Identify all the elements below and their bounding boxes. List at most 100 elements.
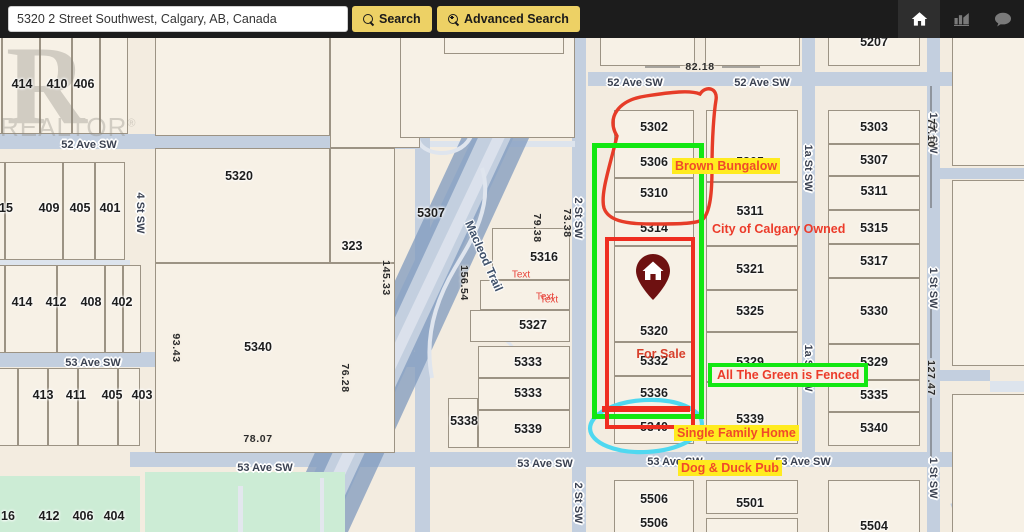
lot-number: 5302 [640, 120, 668, 134]
dimension-label: 79.38 [531, 213, 543, 243]
dimension-label: 77.10 [925, 118, 937, 148]
lot-number: 5321 [736, 262, 764, 276]
dimension-label: 73.38 [561, 208, 573, 238]
lot-number: 5327 [519, 318, 547, 332]
lot-number: 5325 [736, 304, 764, 318]
lot-number: 5316 [530, 250, 558, 264]
lot-number: 414 [11, 77, 33, 91]
top-icon-group [898, 0, 1024, 38]
lot [952, 38, 1024, 166]
lot-number: 5315 [860, 221, 888, 235]
street-name-label: 52 Ave SW [61, 139, 117, 151]
lot-number: 5339 [514, 422, 542, 436]
lot-number: 5338 [450, 414, 478, 428]
lot-number: 413 [32, 388, 54, 402]
lot-number: 5307 [860, 153, 888, 167]
lot-number: 405 [69, 201, 91, 215]
dimension-label: 76.28 [339, 363, 351, 393]
lot [155, 148, 330, 263]
lot-number: 402 [111, 295, 133, 309]
dimension-label: 127.47 [925, 360, 937, 396]
realtor-watermark: R REALTOR® [0, 38, 170, 148]
home-icon[interactable] [898, 0, 940, 38]
lot-number: 5317 [860, 254, 888, 268]
annotation-all-the-green-is-fenced: All The Green is Fenced [708, 363, 869, 387]
street-name-label: 52 Ave SW [734, 77, 790, 89]
lot [48, 368, 78, 446]
lot-number: 5339 [736, 412, 764, 426]
lot [105, 265, 123, 353]
lot-number: 406 [73, 77, 95, 91]
lot-number: 5333 [514, 386, 542, 400]
lot-number: 5311 [736, 204, 764, 218]
dimension-label: 78.07 [243, 433, 273, 445]
lot [18, 368, 48, 446]
street-name-label: 52 Ave SW [607, 77, 663, 89]
lot-number: 5307 [417, 206, 445, 220]
lot [600, 38, 695, 66]
lot-number: 411 [65, 388, 87, 402]
search-icon [363, 13, 374, 25]
lot-number: 5506 [640, 492, 668, 506]
lot-number: 414 [11, 295, 33, 309]
street-name-label: 2 St SW [572, 197, 584, 239]
lot-number: 403 [131, 388, 153, 402]
annotation-dog-and-duck-pub: Dog & Duck Pub [678, 460, 782, 476]
lot-number: 5506 [640, 516, 668, 530]
lot-number: 5340 [244, 340, 272, 354]
lot-number: 412 [45, 295, 67, 309]
lot [155, 263, 395, 453]
dimension-label: 156.54 [458, 265, 470, 301]
lot-number: 323 [341, 239, 363, 253]
top-bar: Search Advanced Search [0, 0, 1024, 38]
dimension-label: 93.43 [170, 333, 182, 363]
chart-icon[interactable] [940, 0, 982, 38]
street-name-label: 53 Ave SW [237, 462, 293, 474]
street-name-label: 53 Ave SW [775, 456, 831, 468]
advanced-search-button-label: Advanced Search [464, 12, 569, 26]
street-name-label: 4 St SW [134, 192, 146, 234]
lot [0, 368, 18, 446]
street-name-label: 1a St SW [802, 144, 814, 192]
lot-number: 5311 [860, 184, 888, 198]
lot [78, 368, 118, 446]
lot [952, 394, 1024, 532]
lot-number: 410 [46, 77, 68, 91]
road-1a-st-sw [802, 38, 815, 458]
lot [705, 38, 800, 66]
lot [155, 38, 330, 136]
dimension-label: 145.33 [380, 260, 392, 296]
lot-number: 5340 [860, 421, 888, 435]
lot-number: 5207 [860, 38, 888, 49]
lot-number: 5501 [736, 496, 764, 510]
search-button[interactable]: Search [352, 6, 432, 32]
road-east-b [940, 370, 990, 381]
placeholder-text-label: Text [539, 294, 559, 306]
lot [444, 38, 564, 54]
lot-number: 5303 [860, 120, 888, 134]
park-area [0, 476, 140, 532]
lot [123, 265, 141, 353]
chat-icon[interactable] [982, 0, 1024, 38]
road-east-c [990, 381, 1024, 392]
search-button-label: Search [379, 12, 421, 26]
street-name-label: 53 Ave SW [65, 357, 121, 369]
lot-number: 406 [72, 509, 94, 523]
lot-number: 412 [38, 509, 60, 523]
lot-number: 5330 [860, 304, 888, 318]
street-name-label: 2 St SW [572, 482, 584, 524]
map-canvas[interactable]: R REALTOR® 414 410 406 5320 409 405 401 15 5307 3… [0, 38, 1024, 532]
for-sale-label: For Sale [636, 347, 686, 361]
lot-number: 408 [80, 295, 102, 309]
lot [57, 265, 105, 353]
pin-address-label: 5320 [640, 324, 668, 338]
lot-number: 404 [103, 509, 125, 523]
lot-number: 16 [1, 509, 15, 523]
lot-number: 5320 [225, 169, 253, 183]
advanced-search-button[interactable]: Advanced Search [437, 6, 580, 32]
search-input[interactable] [8, 6, 348, 32]
annotation-brown-bungalow: Brown Bungalow [672, 158, 781, 174]
lot-number: 401 [99, 201, 121, 215]
street-name-label: 1 St SW [927, 457, 939, 499]
property-pin-icon[interactable] [634, 253, 672, 301]
